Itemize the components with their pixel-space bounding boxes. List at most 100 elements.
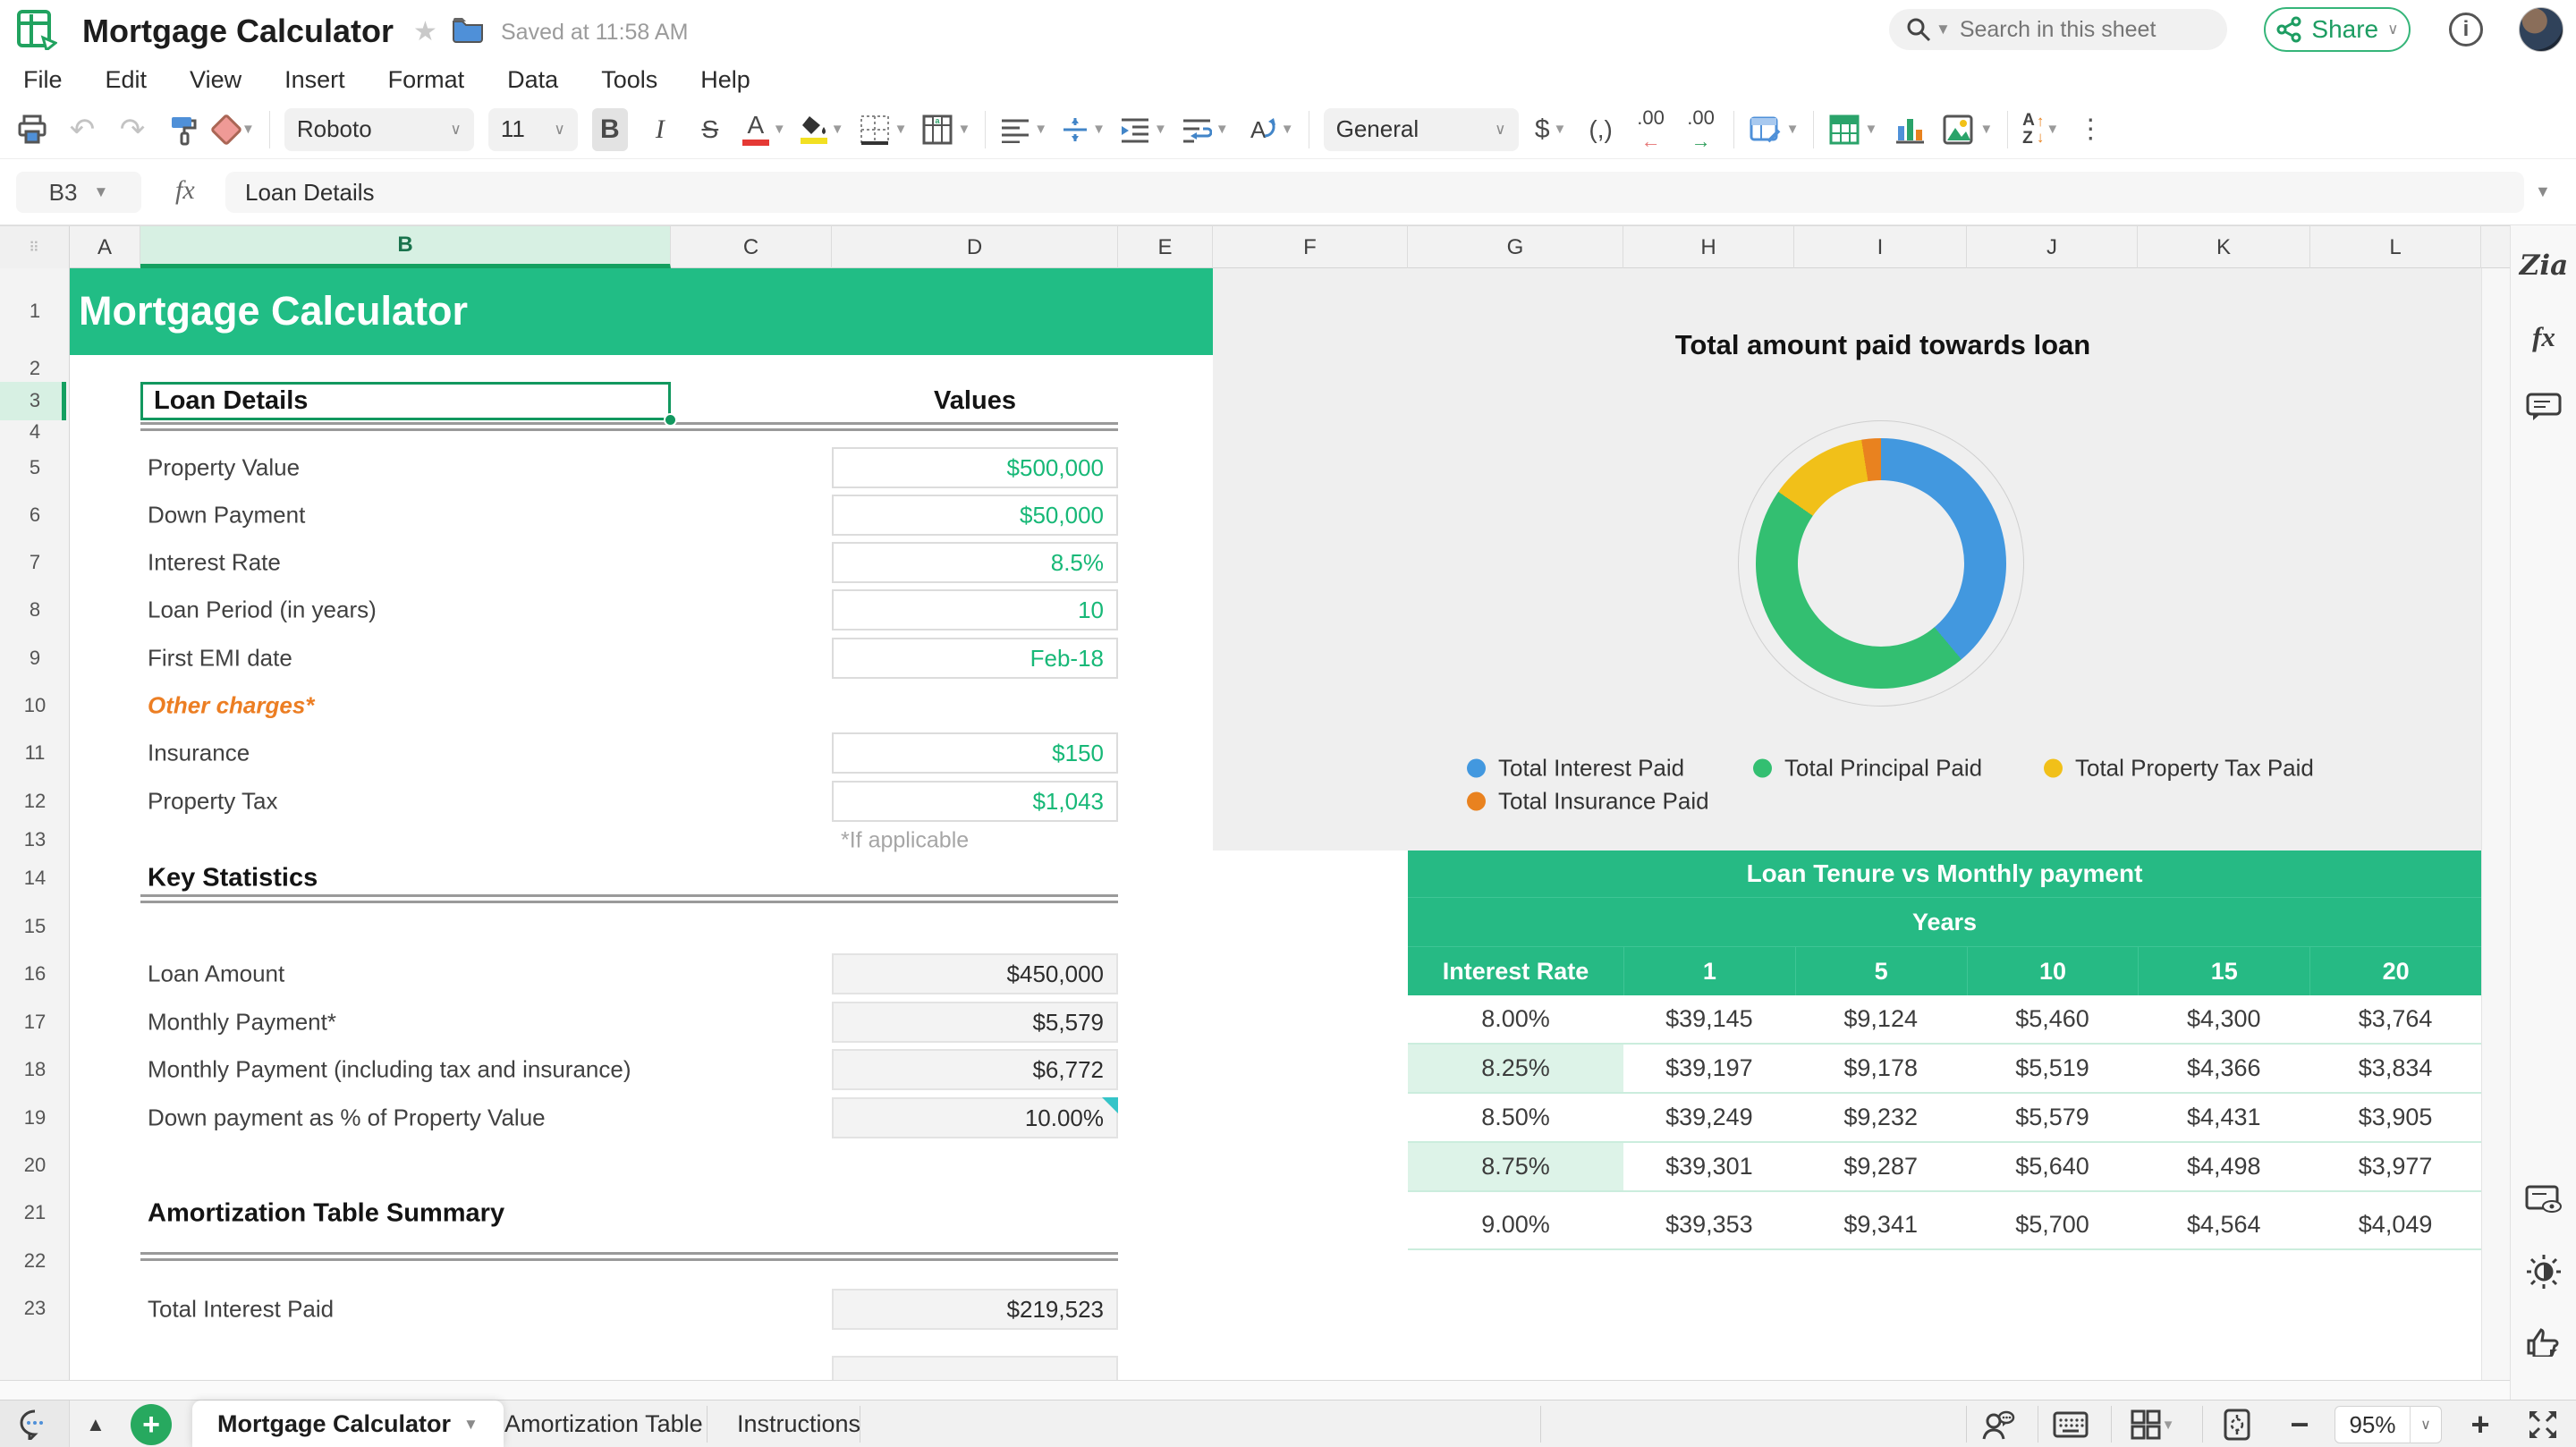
label-down-payment-pct[interactable]: Down payment as % of Property Value: [148, 1104, 546, 1132]
value-first-emi-date[interactable]: Feb-18: [832, 638, 1118, 679]
tab-amortization-table[interactable]: Amortization Table: [483, 1400, 724, 1447]
horizontal-scrollbar-track[interactable]: [0, 1380, 2510, 1400]
redo-button[interactable]: ↷: [114, 108, 150, 151]
more-tools-button[interactable]: ⋮: [2073, 108, 2109, 151]
user-avatar[interactable]: [2519, 7, 2563, 52]
undo-button[interactable]: ↶: [64, 108, 100, 151]
sheet-list-button[interactable]: ▲: [86, 1413, 106, 1436]
menu-help[interactable]: Help: [700, 66, 750, 94]
row-header-22[interactable]: 22: [0, 1249, 70, 1273]
legend-total-interest[interactable]: Total Interest Paid: [1467, 755, 1684, 783]
label-other-charges[interactable]: Other charges*: [148, 692, 314, 720]
fill-handle[interactable]: [664, 413, 677, 427]
value-loan-period[interactable]: 10: [832, 589, 1118, 630]
conditional-format-button[interactable]: ▼: [1749, 108, 1800, 151]
row-header-4[interactable]: 4: [0, 420, 70, 444]
label-monthly-payment-incl[interactable]: Monthly Payment (including tax and insur…: [148, 1056, 631, 1084]
menu-edit[interactable]: Edit: [106, 66, 148, 94]
sheet-search[interactable]: ▼: [1889, 9, 2227, 50]
formula-input[interactable]: Loan Details: [225, 172, 2524, 213]
vertical-align-button[interactable]: ▼: [1062, 108, 1106, 151]
row-header-23[interactable]: 23: [0, 1297, 70, 1320]
label-property-tax[interactable]: Property Tax: [148, 788, 277, 816]
value-total-interest-paid[interactable]: $219,523: [832, 1289, 1118, 1330]
decrease-decimal-button[interactable]: .00←: [1633, 108, 1669, 151]
zoom-in-button[interactable]: +: [2462, 1406, 2499, 1443]
value-insurance[interactable]: $150: [832, 732, 1118, 774]
menu-data[interactable]: Data: [507, 66, 558, 94]
row-header-16[interactable]: 16: [0, 962, 70, 986]
table-row[interactable]: 8.50% $39,249 $9,232 $5,579 $4,431 $3,90…: [1408, 1094, 2481, 1143]
row-header-3[interactable]: 3: [0, 389, 70, 412]
chat-button[interactable]: [0, 1400, 70, 1447]
value-down-payment-pct[interactable]: 10.00%: [832, 1097, 1118, 1138]
row-header-2[interactable]: 2: [0, 357, 70, 380]
indent-button[interactable]: ▼: [1120, 108, 1167, 151]
row-header-5[interactable]: 5: [0, 456, 70, 479]
row-header-6[interactable]: 6: [0, 503, 70, 527]
merge-cells-button[interactable]: a ▼: [921, 108, 970, 151]
horizontal-align-button[interactable]: ▼: [1000, 108, 1047, 151]
value-loan-amount[interactable]: $450,000: [832, 953, 1118, 994]
font-color-button[interactable]: A ▼: [742, 108, 786, 151]
number-format-select[interactable]: General∨: [1324, 108, 1519, 151]
wrap-text-button[interactable]: ▼: [1182, 108, 1229, 151]
col-header-i[interactable]: I: [1794, 226, 1967, 268]
value-property-tax[interactable]: $1,043: [832, 781, 1118, 822]
name-box[interactable]: B3▼: [16, 172, 141, 213]
sort-button[interactable]: AZ ↑↓ ▼: [2022, 108, 2059, 151]
tab-mortgage-calculator[interactable]: Mortgage Calculator▼: [192, 1400, 504, 1447]
clear-format-button[interactable]: ▼: [215, 108, 255, 151]
zia-assistant-button[interactable]: Zia: [2511, 250, 2576, 282]
row-header-1[interactable]: 1: [0, 300, 70, 323]
format-painter-button[interactable]: [165, 108, 200, 151]
row-header-13[interactable]: 13: [0, 828, 70, 851]
label-loan-amount[interactable]: Loan Amount: [148, 960, 284, 988]
row-header-21[interactable]: 21: [0, 1201, 70, 1224]
comments-panel-button[interactable]: [2511, 393, 2576, 421]
row-header-19[interactable]: 19: [0, 1106, 70, 1130]
row-header-20[interactable]: 20: [0, 1154, 70, 1177]
table-row[interactable]: 8.00% $39,145 $9,124 $5,460 $4,300 $3,76…: [1408, 995, 2481, 1045]
menu-insert[interactable]: Insert: [284, 66, 345, 94]
favorite-star-icon[interactable]: ★: [413, 16, 437, 47]
fit-to-screen-button[interactable]: [2218, 1406, 2256, 1443]
col-header-k[interactable]: K: [2138, 226, 2310, 268]
borders-button[interactable]: ▼: [859, 108, 908, 151]
col-header-b[interactable]: B: [140, 226, 671, 268]
sheet-grid[interactable]: 1 2 3 4 5 6 7 8 9 10 11 12 13 14 15 16 1…: [0, 268, 2510, 1380]
vertical-scrollbar-track[interactable]: [2481, 268, 2510, 1380]
font-family-select[interactable]: Roboto∨: [284, 108, 474, 151]
search-input[interactable]: [1960, 17, 2219, 43]
menu-file[interactable]: File: [23, 66, 63, 94]
legend-total-property-tax[interactable]: Total Property Tax Paid: [2044, 755, 2314, 783]
label-monthly-payment[interactable]: Monthly Payment*: [148, 1009, 336, 1037]
row-header-12[interactable]: 12: [0, 790, 70, 813]
selected-cell-loan-details[interactable]: Loan Details: [140, 382, 671, 420]
legend-total-insurance[interactable]: Total Insurance Paid: [1467, 788, 1709, 816]
increase-decimal-button[interactable]: .00→: [1683, 108, 1719, 151]
row-header-11[interactable]: 11: [0, 741, 70, 765]
value-monthly-payment[interactable]: $5,579: [832, 1002, 1118, 1043]
loan-tenure-table[interactable]: Loan Tenure vs Monthly payment Years Int…: [1408, 850, 2481, 1250]
col-header-e[interactable]: E: [1118, 226, 1213, 268]
sheet-view-button[interactable]: [2511, 1185, 2576, 1215]
select-all-corner[interactable]: ⠿: [0, 226, 70, 268]
menu-format[interactable]: Format: [388, 66, 465, 94]
fx-icon[interactable]: fx: [175, 175, 195, 206]
share-button[interactable]: Share ∨: [2264, 7, 2411, 52]
collaborators-button[interactable]: [1979, 1406, 2017, 1443]
col-header-l[interactable]: L: [2310, 226, 2481, 268]
folder-icon[interactable]: [452, 16, 484, 43]
insert-chart-button[interactable]: [1892, 108, 1928, 151]
row-header-17[interactable]: 17: [0, 1011, 70, 1034]
menu-tools[interactable]: Tools: [601, 66, 657, 94]
label-property-value[interactable]: Property Value: [148, 454, 300, 482]
bold-button[interactable]: B: [592, 108, 628, 151]
zoom-level-select[interactable]: 95% ∨: [2334, 1406, 2442, 1443]
label-insurance[interactable]: Insurance: [148, 740, 250, 767]
formula-bar-expand-chevron-icon[interactable]: ▼: [2535, 182, 2551, 201]
col-header-d[interactable]: D: [832, 226, 1118, 268]
values-header[interactable]: Values: [832, 382, 1118, 420]
row-header-18[interactable]: 18: [0, 1058, 70, 1081]
